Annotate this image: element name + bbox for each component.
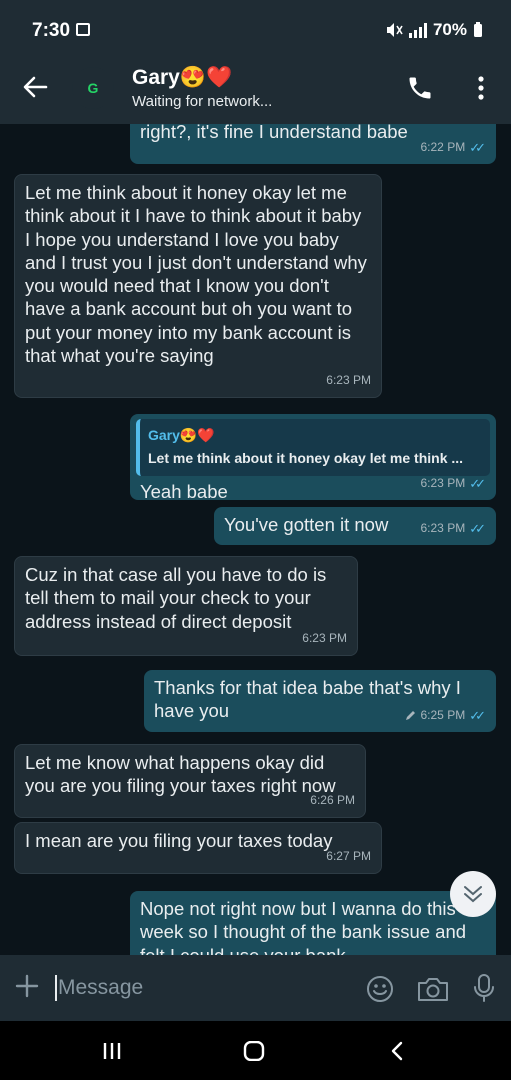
battery-icon	[474, 22, 482, 37]
read-receipt-icon: ✓✓	[469, 475, 486, 491]
message-time: 6:23 PM	[420, 520, 466, 535]
avatar[interactable]: G	[72, 67, 114, 109]
message-bubble[interactable]: Gary😍❤️ Let me think about it honey okay…	[130, 414, 496, 502]
text-cursor	[55, 975, 57, 1001]
message-time: 6:22 PM	[420, 139, 466, 154]
mute-icon	[386, 23, 403, 37]
message-bubble[interactable]: Nope not right now but I wanna do this w…	[130, 891, 496, 955]
status-bar: 7:30 70%	[0, 0, 511, 52]
message-time: 6:26 PM	[310, 792, 355, 807]
message-text: Nope not right now but I wanna do this w…	[140, 898, 467, 955]
contact-name-emojis: 😍❤️	[179, 66, 233, 89]
message-time: 6:25 PM	[420, 707, 466, 722]
quoted-sender: Gary😍❤️	[148, 427, 215, 443]
contact-name-text: Gary	[132, 66, 180, 89]
back-arrow-icon[interactable]	[22, 74, 48, 100]
message-meta: 6:26 PM	[310, 789, 355, 812]
gallery-notification-icon	[76, 23, 90, 36]
recent-apps-icon[interactable]	[102, 1041, 122, 1061]
home-icon[interactable]	[243, 1041, 265, 1061]
back-icon[interactable]	[388, 1041, 406, 1061]
message-input-bar	[0, 955, 511, 1021]
quoted-message[interactable]: Gary😍❤️ Let me think about it honey okay…	[136, 419, 490, 476]
message-time: 6:23 PM	[420, 475, 466, 490]
message-bubble[interactable]: Thanks for that idea babe that's why I h…	[144, 670, 496, 732]
double-chevron-down-icon	[464, 886, 482, 903]
more-options-icon[interactable]	[472, 74, 490, 102]
message-bubble[interactable]: I mean are you filing your taxes today 6…	[14, 822, 382, 874]
contact-name[interactable]: Gary😍❤️	[132, 66, 232, 90]
message-time: 6:27 PM	[326, 848, 371, 863]
status-time: 7:30	[32, 20, 71, 41]
edited-pencil-icon	[405, 711, 415, 721]
read-receipt-icon: ✓✓	[469, 707, 486, 723]
microphone-icon[interactable]	[473, 973, 495, 1003]
battery-text: 70%	[432, 20, 467, 39]
message-input[interactable]	[58, 975, 348, 1001]
call-icon[interactable]	[406, 74, 434, 102]
message-text: I mean are you filing your taxes today	[25, 830, 333, 851]
message-text: Cuz in that case all you have to do is t…	[25, 564, 327, 632]
read-receipt-icon: ✓✓	[469, 520, 486, 536]
message-time: 6:23 PM	[326, 372, 371, 387]
quoted-text: Let me think about it honey okay let me …	[148, 450, 464, 467]
message-bubble[interactable]: Cuz in that case all you have to do is t…	[14, 556, 358, 656]
system-nav-bar	[0, 1021, 511, 1080]
signal-icon	[408, 22, 427, 38]
message-meta: 6:23 PM ✓✓	[421, 517, 487, 540]
message-bubble[interactable]: right?, it's fine I understand babe 6:22…	[130, 124, 496, 164]
emoji-icon[interactable]	[366, 975, 394, 1003]
message-meta: 6:25 PM ✓✓	[405, 704, 487, 727]
message-text: Let me know what happens okay did you ar…	[25, 752, 336, 797]
message-bubble[interactable]: You've gotten it now 6:23 PM ✓✓	[214, 507, 496, 545]
message-text: Let me think about it honey okay let me …	[25, 182, 367, 367]
chat-header: G Gary😍❤️ Waiting for network...	[0, 52, 511, 124]
scroll-to-bottom-button[interactable]	[450, 871, 496, 917]
message-time: 6:23 PM	[302, 630, 347, 645]
chat-area[interactable]: right?, it's fine I understand babe 6:22…	[0, 124, 511, 955]
message-bubble[interactable]: Let me know what happens okay did you ar…	[14, 744, 366, 818]
message-meta: 6:23 PM	[326, 369, 371, 392]
camera-icon[interactable]	[416, 975, 450, 1003]
status-right: 70%	[385, 20, 483, 40]
message-meta: 6:23 PM ✓✓	[421, 472, 487, 495]
message-meta: 6:27 PM	[326, 845, 371, 868]
message-meta: 6:23 PM	[302, 627, 347, 650]
message-bubble[interactable]: Let me think about it honey okay let me …	[14, 174, 382, 398]
plus-icon[interactable]	[14, 973, 40, 999]
contact-status: Waiting for network...	[132, 93, 273, 110]
message-meta: 6:22 PM ✓✓	[421, 136, 487, 159]
read-receipt-icon: ✓✓	[469, 139, 486, 155]
